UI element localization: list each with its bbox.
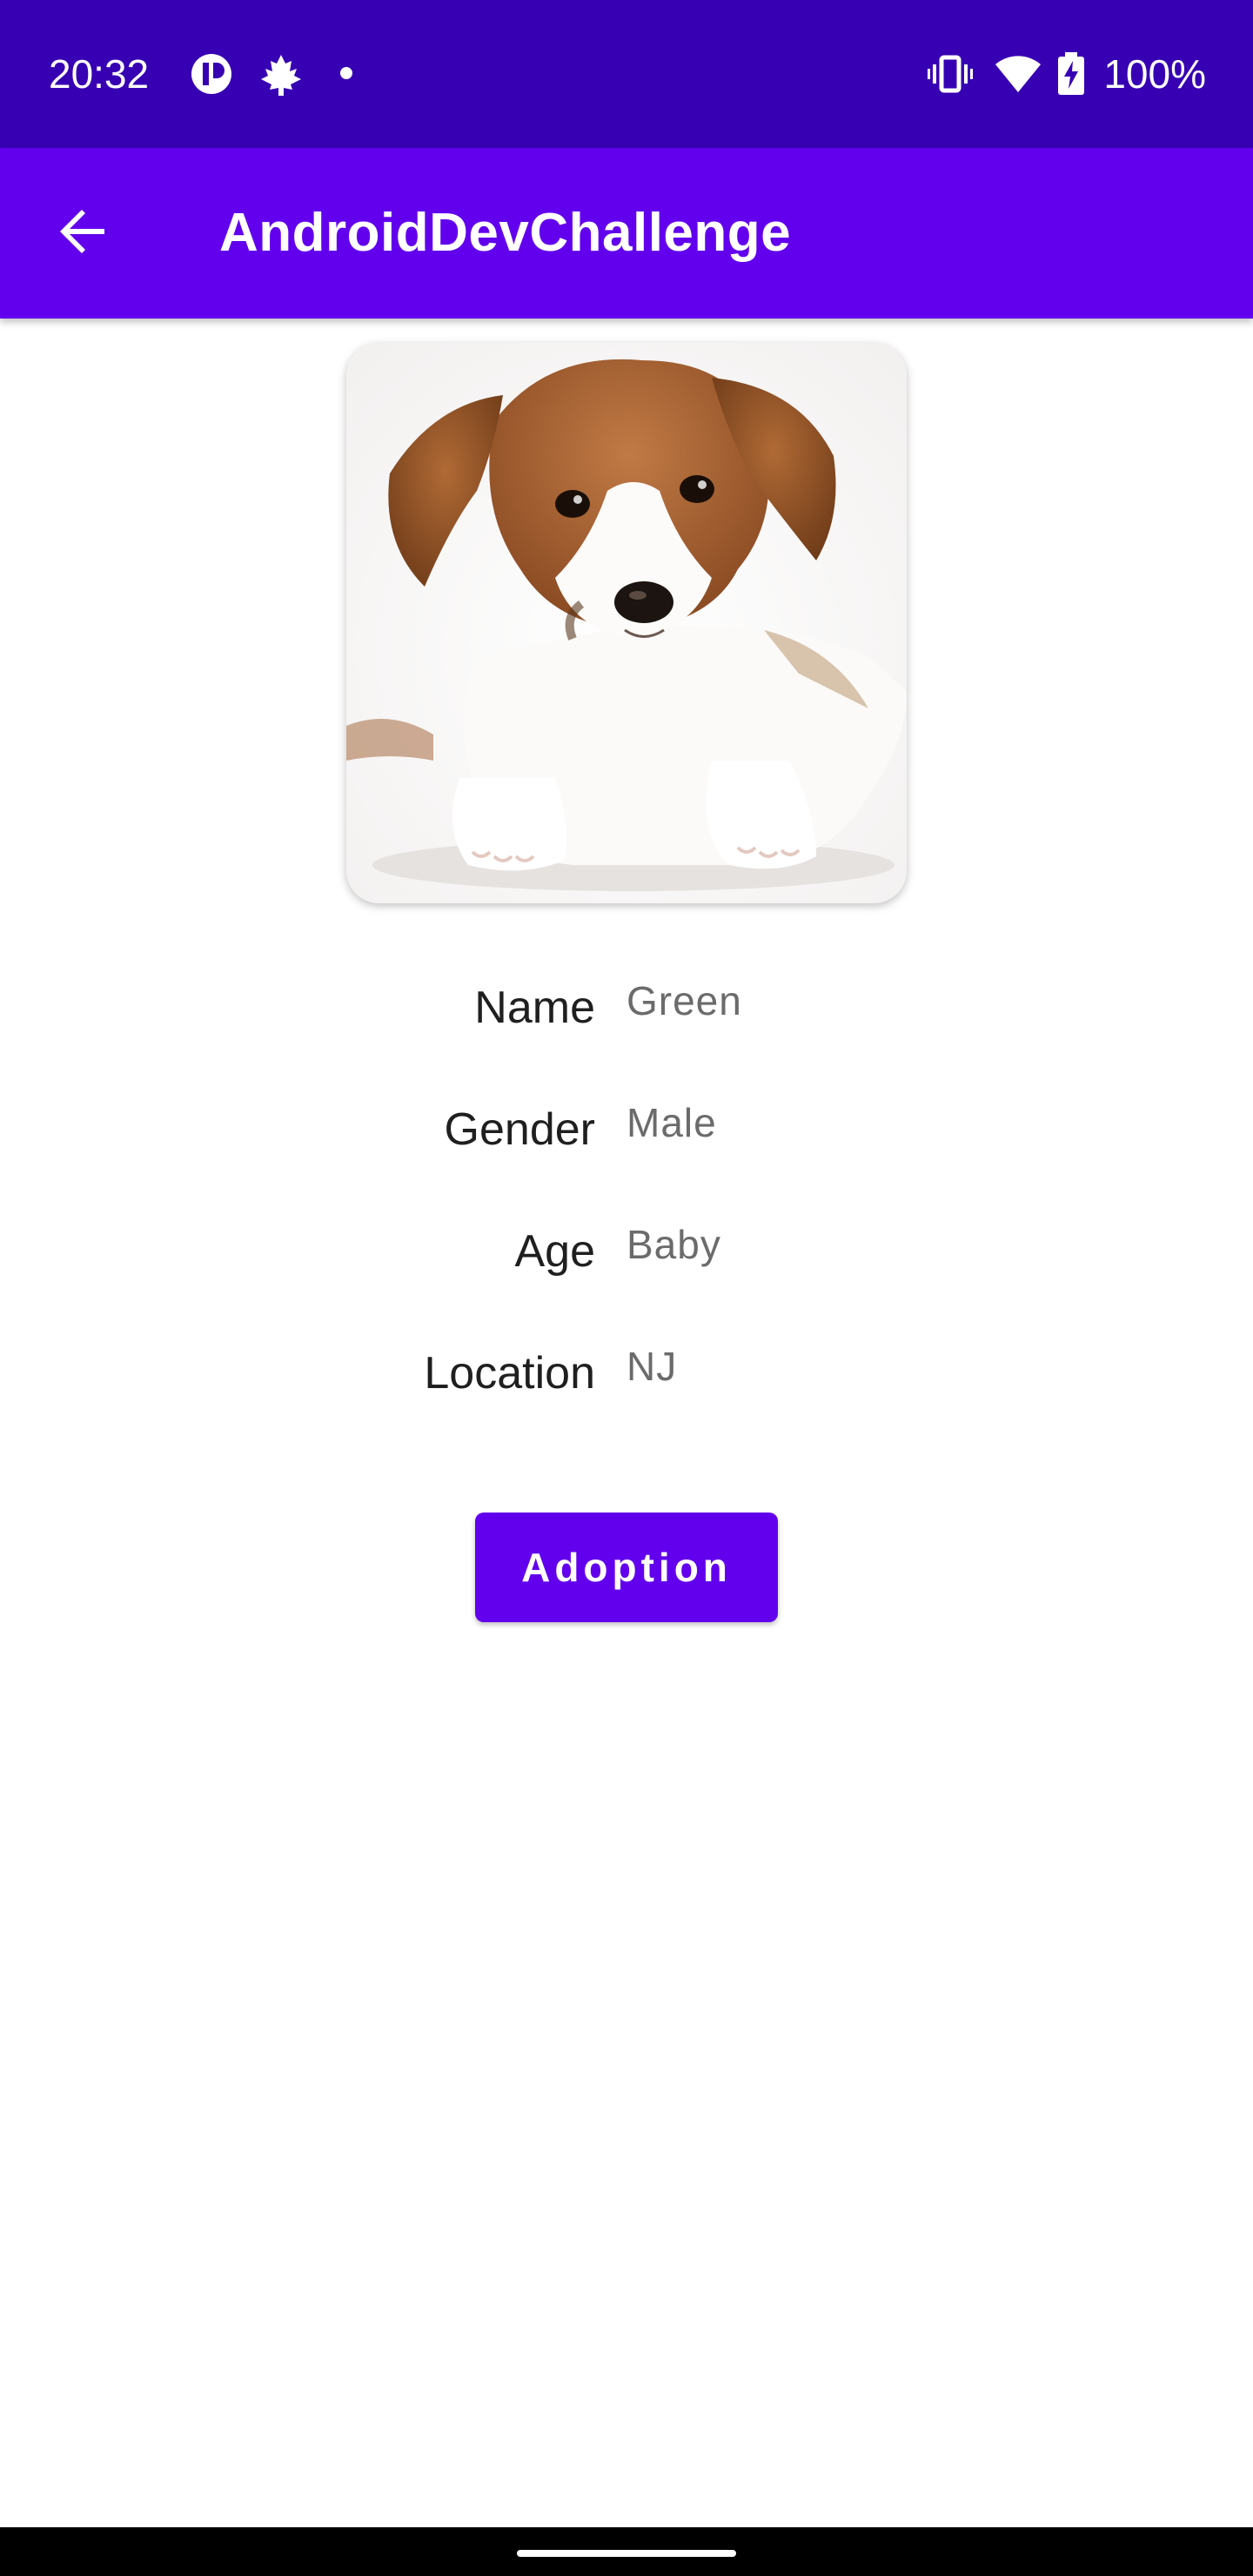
name-value: Green [626, 978, 742, 1023]
battery-charging-icon [1056, 52, 1086, 96]
detail-row-name: Name Green [0, 964, 1253, 1043]
pet-detail-screen: 20:32 100% AndroidDevChallenge Name Gree… [0, 0, 1253, 2576]
detail-row-age: Age Baby [0, 1208, 1253, 1286]
pause-circle-icon [190, 52, 235, 96]
adoption-button[interactable]: Adoption [475, 1513, 778, 1622]
home-gesture-handle[interactable] [517, 2550, 736, 2557]
detail-row-gender: Gender Male [0, 1086, 1253, 1164]
puppy-photo [346, 343, 907, 903]
status-bar: 20:32 100% [0, 0, 1253, 148]
arrow-back-icon [57, 205, 110, 262]
system-nav-bar [0, 2527, 1253, 2576]
back-button[interactable] [40, 190, 127, 277]
vibrate-icon [928, 52, 973, 96]
app-bar: AndroidDevChallenge [0, 148, 1253, 319]
name-label: Name [474, 983, 595, 1033]
location-label: Location [424, 1348, 595, 1399]
gender-value: Male [626, 1100, 717, 1145]
pet-photo-card [346, 343, 907, 903]
gender-label: Gender [444, 1104, 595, 1155]
maple-leaf-icon [259, 52, 303, 96]
age-label: Age [514, 1226, 595, 1277]
location-value: NJ [626, 1344, 678, 1389]
detail-row-location: Location NJ [0, 1330, 1253, 1408]
battery-percentage: 100% [1103, 51, 1206, 97]
wifi-icon [994, 52, 1042, 96]
age-value: Baby [626, 1222, 721, 1267]
status-time: 20:32 [49, 51, 150, 97]
app-title: AndroidDevChallenge [219, 203, 792, 263]
dot-icon [339, 66, 353, 110]
